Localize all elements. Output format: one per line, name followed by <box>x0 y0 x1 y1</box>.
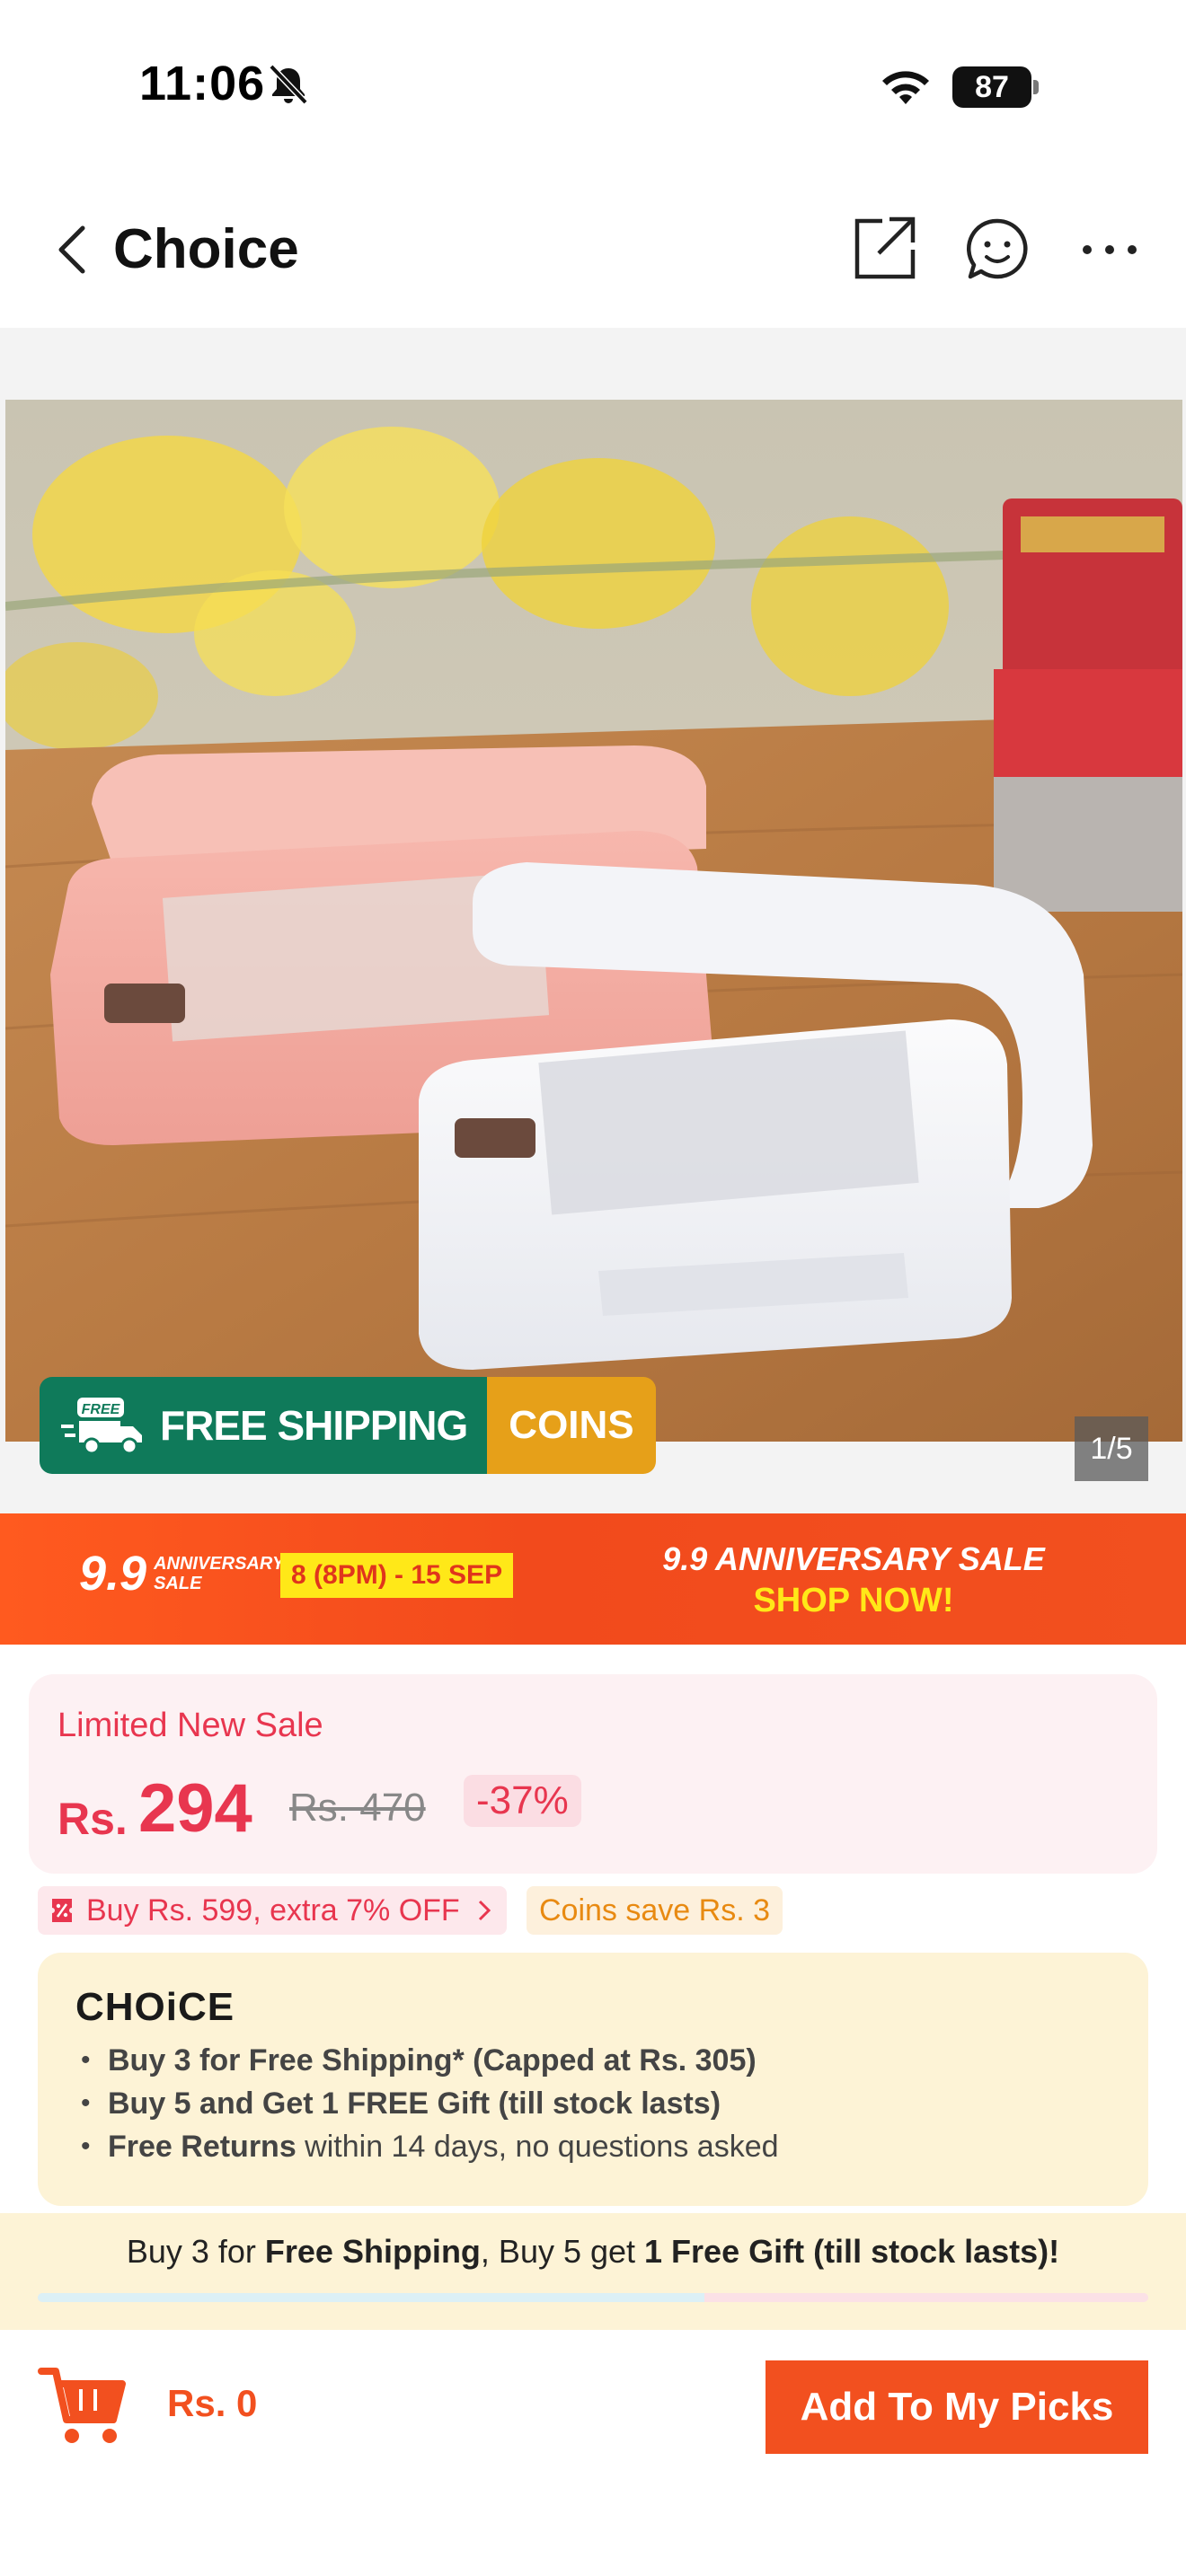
promo-logo-line2: SALE <box>154 1574 202 1593</box>
original-price: Rs. 470 <box>289 1786 426 1830</box>
discount-badge: -37% <box>464 1775 581 1827</box>
product-gallery[interactable]: FREE FREE SHIPPING COINS 1/5 <box>0 328 1186 1513</box>
battery-icon: 87 <box>952 66 1039 108</box>
free-shipping-text: FREE SHIPPING <box>160 1402 468 1449</box>
battery-level: 87 <box>975 70 1009 104</box>
chevron-right-icon <box>478 1900 491 1921</box>
free-shipping-badge: FREE FREE SHIPPING COINS <box>40 1377 656 1474</box>
benefit-item: • Buy 3 for Free Shipping* (Capped at Rs… <box>81 2043 757 2078</box>
cart-icon[interactable] <box>36 2357 129 2450</box>
coins-save-badge: Coins save Rs. 3 <box>527 1886 783 1935</box>
shipping-progress-text: Buy 3 for Free Shipping, Buy 5 get 1 Fre… <box>126 2233 1060 2270</box>
choice-benefit-list: • Buy 3 for Free Shipping* (Capped at Rs… <box>81 2039 779 2168</box>
more-icon[interactable] <box>1078 241 1141 259</box>
current-price: 294 <box>138 1770 252 1847</box>
add-to-picks-button[interactable]: Add To My Picks <box>766 2360 1148 2454</box>
deal-label: Limited New Sale <box>58 1707 323 1744</box>
choice-logo: CHOiCE <box>75 1985 235 2029</box>
promo-banner[interactable]: 9.9 ANNIVERSARY SALE 8 (8PM) - 15 SEP 9.… <box>0 1513 1186 1645</box>
promo-logo-number: 9.9 <box>79 1547 147 1601</box>
bottom-action-bar: Rs. 0 Add To My Picks <box>0 2330 1186 2576</box>
wifi-icon <box>882 71 929 104</box>
free-tag-text: FREE <box>82 1402 121 1417</box>
promo-headline: 9.9 ANNIVERSARY SALE <box>662 1540 1045 1577</box>
truck-icon: FREE <box>61 1398 142 1455</box>
bell-slash-icon <box>269 64 308 105</box>
promo-logo-line1: ANNIVERSARY <box>154 1554 285 1574</box>
chat-icon[interactable] <box>963 216 1031 284</box>
price-card: Limited New Sale Rs. 294 Rs. 470 -37% <box>29 1674 1157 1874</box>
coins-badge: COINS <box>487 1377 656 1474</box>
shipping-progress-strip: Buy 3 for Free Shipping, Buy 5 get 1 Fre… <box>0 2213 1186 2330</box>
promo-date: 8 (8PM) - 15 SEP <box>280 1553 514 1598</box>
status-time: 11:06 <box>139 57 266 110</box>
benefit-item: • Buy 5 and Get 1 FREE Gift (till stock … <box>81 2086 721 2121</box>
shipping-progress-bar <box>38 2293 1148 2302</box>
promo-cta[interactable]: SHOP NOW! <box>629 1582 1078 1620</box>
coupon-text: Buy Rs. 599, extra 7% OFF <box>86 1892 460 1928</box>
promo-logo: 9.9 ANNIVERSARY SALE <box>79 1546 284 1601</box>
cart-total: Rs. 0 <box>167 2382 258 2424</box>
benefit-item: • Free Returns within 14 days, no questi… <box>81 2130 779 2164</box>
share-icon[interactable] <box>850 214 918 282</box>
coupon-icon <box>52 1899 72 1922</box>
image-pager: 1/5 <box>1075 1416 1148 1481</box>
choice-benefits[interactable]: CHOiCE • Buy 3 for Free Shipping* (Cappe… <box>38 1953 1148 2206</box>
free-shipping-label: FREE FREE SHIPPING <box>40 1377 488 1474</box>
nav-bar: Choice <box>0 162 1186 328</box>
coupon-offer[interactable]: Buy Rs. 599, extra 7% OFF <box>38 1886 507 1935</box>
back-chevron-icon[interactable] <box>54 223 90 277</box>
product-image[interactable] <box>5 400 1182 1442</box>
status-bar: 11:06 87 <box>0 0 1186 162</box>
price-currency: Rs. <box>58 1794 128 1844</box>
page-title: Choice <box>113 218 299 280</box>
